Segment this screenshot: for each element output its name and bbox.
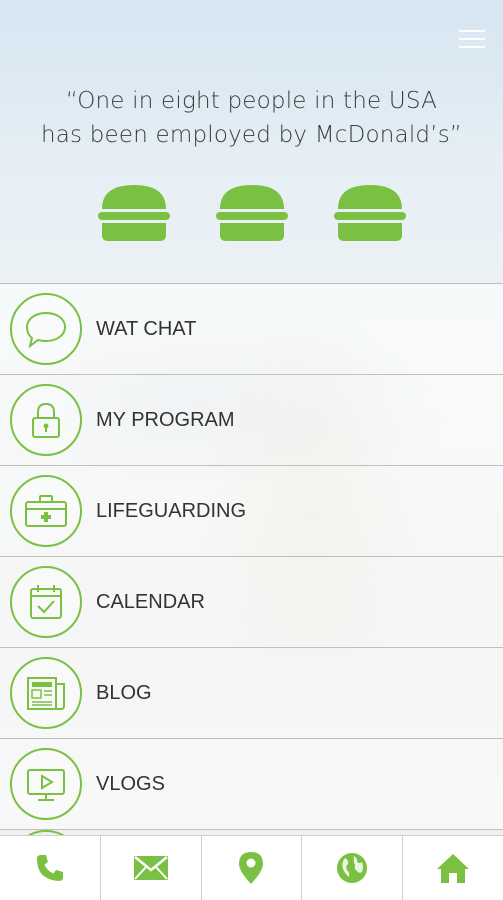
- menu-item-vlogs[interactable]: VLOGS: [0, 739, 503, 830]
- bottom-nav: [0, 835, 503, 900]
- quote-line-2: has been employed by McDonald’s”: [40, 122, 463, 148]
- website-button[interactable]: [302, 836, 404, 900]
- main-menu: WAT CHAT MY PROGRAM LIFEGUARDING CALENDA…: [0, 283, 503, 830]
- quote-line-1: “One in eight people in the USA: [65, 88, 438, 114]
- video-player-icon: [10, 748, 82, 820]
- quote-text: “One in eight people in the USA has been…: [0, 84, 503, 152]
- burger-rating: [0, 183, 503, 243]
- menu-item-label: CALENDAR: [96, 590, 205, 613]
- newspaper-icon: [10, 657, 82, 729]
- mail-icon: [133, 856, 168, 880]
- phone-icon: [36, 855, 63, 881]
- hamburger-menu-icon[interactable]: [459, 30, 485, 50]
- home-icon: [437, 854, 470, 883]
- menu-item-lifeguarding[interactable]: LIFEGUARDING: [0, 466, 503, 557]
- menu-item-my-program[interactable]: MY PROGRAM: [0, 375, 503, 466]
- menu-item-wat-chat[interactable]: WAT CHAT: [0, 284, 503, 375]
- globe-icon: [337, 853, 368, 883]
- menu-item-blog[interactable]: BLOG: [0, 648, 503, 739]
- location-pin-icon: [239, 852, 264, 884]
- menu-item-calendar[interactable]: CALENDAR: [0, 557, 503, 648]
- chat-bubble-icon: [10, 293, 82, 365]
- mail-button[interactable]: [101, 836, 202, 900]
- menu-item-label: WAT CHAT: [96, 317, 197, 340]
- menu-item-label: BLOG: [96, 681, 152, 704]
- burger-icon: [97, 185, 170, 241]
- home-button[interactable]: [403, 836, 503, 900]
- location-button[interactable]: [202, 836, 303, 900]
- calendar-check-icon: [10, 566, 82, 638]
- first-aid-kit-icon: [10, 475, 82, 547]
- menu-item-label: MY PROGRAM: [96, 408, 235, 431]
- phone-button[interactable]: [0, 836, 101, 900]
- menu-item-label: LIFEGUARDING: [96, 499, 247, 522]
- burger-icon: [333, 185, 406, 241]
- menu-item-label: VLOGS: [96, 772, 165, 795]
- lock-icon: [10, 384, 82, 456]
- burger-icon: [215, 185, 288, 241]
